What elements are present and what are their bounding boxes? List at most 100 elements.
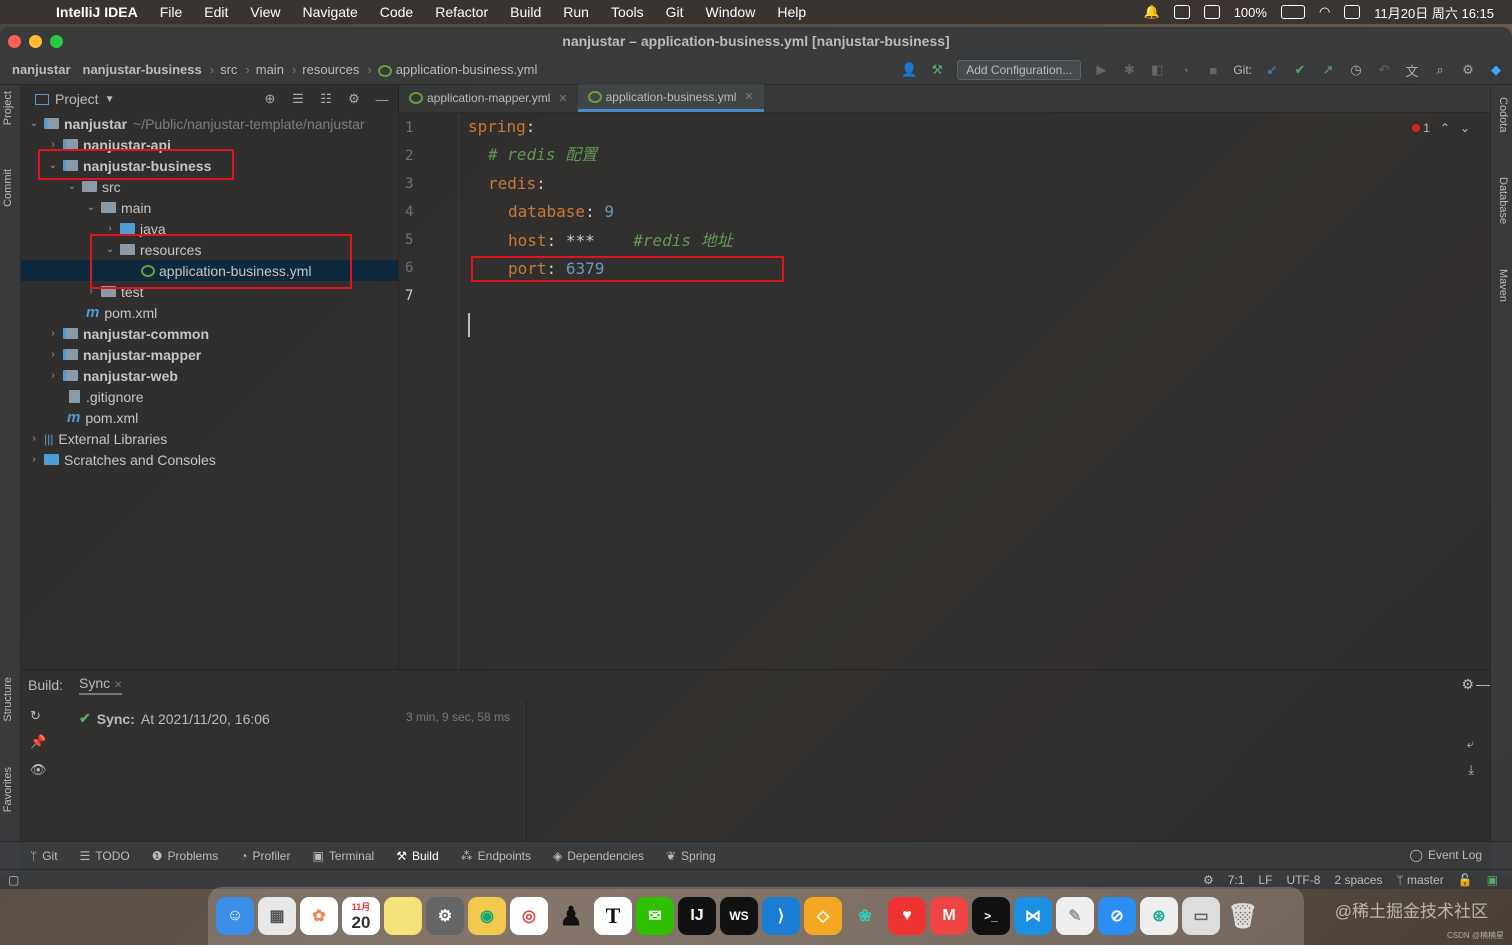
breadcrumb-resources[interactable]: resources: [296, 62, 359, 77]
menu-refactor[interactable]: Refactor: [424, 4, 499, 20]
add-configuration-button[interactable]: Add Configuration...: [957, 60, 1082, 80]
close-tab-icon[interactable]: ✕: [114, 680, 122, 691]
sync-tab[interactable]: Sync ✕: [79, 675, 123, 695]
notes-icon[interactable]: [384, 897, 422, 935]
webstorm-icon[interactable]: WS: [720, 897, 758, 935]
breadcrumb-file[interactable]: application-business.yml: [372, 62, 537, 77]
run-icon[interactable]: ▶: [1093, 62, 1109, 78]
pocket-icon[interactable]: ♥: [888, 897, 926, 935]
history-icon[interactable]: ◷: [1348, 62, 1364, 78]
indent-setting[interactable]: 2 spaces: [1334, 873, 1382, 887]
tool-tab-terminal[interactable]: ▣ Terminal: [312, 849, 374, 863]
pin-icon[interactable]: 📌: [30, 734, 46, 750]
database-tool-tab[interactable]: Database: [1497, 177, 1509, 224]
wifi-icon[interactable]: ◠: [1319, 4, 1330, 20]
git-branch[interactable]: ᛘ master: [1396, 873, 1443, 887]
plugin-icon[interactable]: ◆: [1488, 62, 1504, 78]
structure-tool-tab[interactable]: Structure: [2, 677, 14, 722]
safari-icon[interactable]: ⊘: [1098, 897, 1136, 935]
expand-all-icon[interactable]: ☰: [290, 91, 306, 107]
file-encoding[interactable]: UTF-8: [1286, 873, 1320, 887]
menu-app-name[interactable]: IntelliJ IDEA: [46, 4, 149, 20]
tool-tab-git[interactable]: ᛘ Git: [30, 849, 58, 863]
git-update-icon[interactable]: ↙: [1264, 62, 1280, 78]
tree-node-main[interactable]: ⌄ main: [21, 197, 398, 218]
menu-tools[interactable]: Tools: [600, 4, 655, 20]
vscode-icon[interactable]: ⟩: [762, 897, 800, 935]
notification-bell-icon[interactable]: 🔔: [1144, 4, 1160, 20]
line-separator[interactable]: LF: [1258, 873, 1272, 887]
collapsed-arrow-icon[interactable]: ›: [46, 328, 60, 339]
breadcrumb-main[interactable]: main: [250, 62, 284, 77]
tree-node-pom-business[interactable]: m pom.xml: [21, 302, 398, 323]
eye-icon[interactable]: 👁: [30, 762, 47, 778]
project-view-label[interactable]: Project: [55, 91, 99, 107]
pinyin-keyboard-icon[interactable]: [1203, 5, 1220, 19]
terminal-app-icon[interactable]: >_: [972, 897, 1010, 935]
collapsed-arrow-icon[interactable]: ›: [46, 349, 60, 360]
user-icon[interactable]: 👤: [901, 62, 917, 78]
tool-tab-event-log[interactable]: ◯ Event Log: [1410, 848, 1482, 862]
tree-node-gitignore[interactable]: .gitignore: [21, 386, 398, 407]
breadcrumb-src[interactable]: src: [214, 62, 237, 77]
collapsed-arrow-icon[interactable]: ›: [27, 433, 41, 444]
control-center-icon[interactable]: [1344, 5, 1361, 19]
menu-navigate[interactable]: Navigate: [291, 4, 368, 20]
next-error-icon[interactable]: ⌄: [1460, 121, 1470, 135]
error-indicator[interactable]: 1 ⌃ ⌄: [1412, 121, 1470, 135]
menu-build[interactable]: Build: [499, 4, 552, 20]
hide-panel-icon[interactable]: —: [374, 91, 390, 107]
scroll-to-end-icon[interactable]: ⤓: [1468, 762, 1474, 778]
menu-code[interactable]: Code: [369, 4, 424, 20]
launchpad-icon[interactable]: ▦: [258, 897, 296, 935]
tree-node-external-libraries[interactable]: › ||| External Libraries: [21, 428, 398, 449]
close-tab-icon[interactable]: ✕: [744, 90, 753, 103]
menu-file[interactable]: File: [149, 4, 194, 20]
typora-icon[interactable]: T: [594, 897, 632, 935]
tab-application-business-yml[interactable]: application-business.yml ✕: [577, 84, 764, 112]
qq-icon[interactable]: ♟: [552, 897, 590, 935]
menubar-clock[interactable]: 11月20日 周六 16:15: [1374, 3, 1494, 22]
commit-tool-tab[interactable]: Commit: [2, 169, 14, 207]
tool-tab-profiler[interactable]: ◔ Profiler: [240, 849, 290, 863]
menu-window[interactable]: Window: [695, 4, 767, 20]
tool-tab-spring[interactable]: ❦ Spring: [666, 849, 716, 863]
input-method-icon[interactable]: [1173, 5, 1190, 19]
system-preferences-icon[interactable]: ⚙: [426, 897, 464, 935]
tool-tab-todo[interactable]: ☰ TODO: [80, 849, 130, 863]
git-commit-icon[interactable]: ✔: [1292, 62, 1308, 78]
expanded-arrow-icon[interactable]: ⌄: [84, 202, 98, 213]
project-tool-tab[interactable]: Project: [2, 91, 14, 125]
sketch-icon[interactable]: ◇: [804, 897, 842, 935]
background-tasks-icon[interactable]: ⚙: [1203, 873, 1214, 887]
collapsed-arrow-icon[interactable]: ›: [46, 370, 60, 381]
menu-help[interactable]: Help: [766, 4, 817, 20]
documents-stack-icon[interactable]: ▭: [1182, 897, 1220, 935]
tool-tab-dependencies[interactable]: ◈ Dependencies: [553, 849, 644, 863]
calendar-icon[interactable]: 11月 20: [342, 897, 380, 935]
soft-wrap-icon[interactable]: ⤶: [1467, 736, 1474, 752]
textedit-icon[interactable]: ✎: [1056, 897, 1094, 935]
bird-app-icon[interactable]: ❀: [846, 897, 884, 935]
maven-tool-tab[interactable]: Maven: [1497, 269, 1509, 302]
chrome-icon[interactable]: ◎: [510, 897, 548, 935]
lock-icon[interactable]: 🔓: [1458, 873, 1473, 887]
tree-node-pom-root[interactable]: m pom.xml: [21, 407, 398, 428]
codota-tool-tab[interactable]: Codota: [1497, 97, 1509, 132]
rollback-icon[interactable]: ↶: [1376, 62, 1392, 78]
settings-gear-icon[interactable]: ⚙: [1460, 62, 1476, 78]
expanded-arrow-icon[interactable]: ⌄: [27, 118, 41, 129]
maxon-app-icon[interactable]: M: [930, 897, 968, 935]
build-settings-icon[interactable]: ⚙: [1461, 676, 1474, 693]
menu-run[interactable]: Run: [552, 4, 600, 20]
coverage-icon[interactable]: ◧: [1149, 62, 1165, 78]
photos-icon[interactable]: ✿: [300, 897, 338, 935]
profile-icon[interactable]: ◔: [1177, 62, 1193, 78]
stop-icon[interactable]: ■: [1205, 62, 1221, 78]
panel-settings-icon[interactable]: ⚙: [346, 91, 362, 107]
downloads-stack-icon[interactable]: ⊛: [1140, 897, 1178, 935]
debug-icon[interactable]: ✱: [1121, 62, 1137, 78]
tree-node-root[interactable]: ⌄ nanjustar ~/Public/nanjustar-template/n…: [21, 113, 398, 134]
tree-node-scratches[interactable]: › Scratches and Consoles: [21, 449, 398, 470]
git-push-icon[interactable]: ↗: [1320, 62, 1336, 78]
